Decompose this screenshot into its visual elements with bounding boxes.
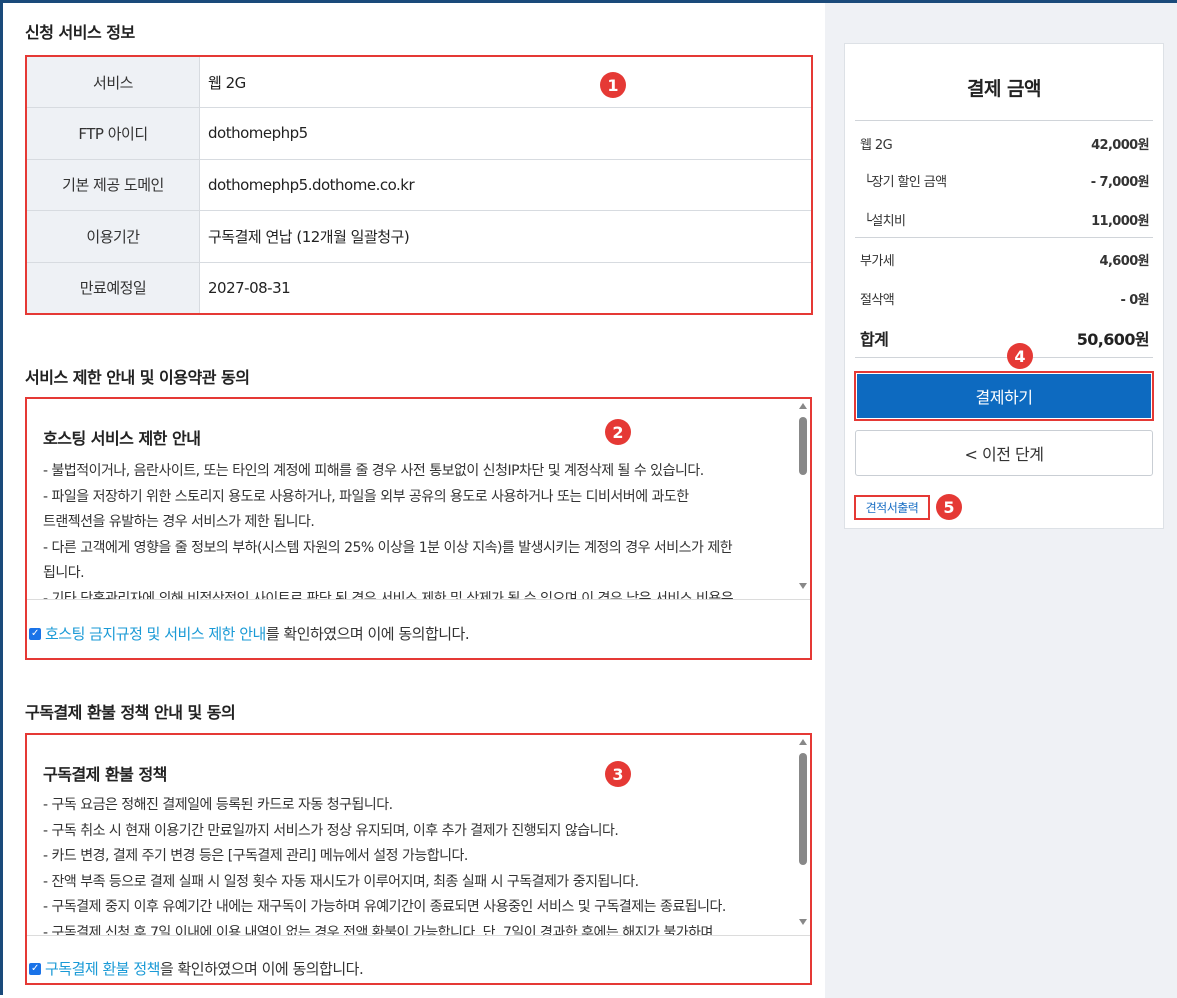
payment-total-label: 합계 xyxy=(860,330,889,349)
main-content: 신청 서비스 정보 서비스 웹 2G FTP 아이디 dothomephp5 기… xyxy=(3,3,825,998)
annotation-badge-4: 4 xyxy=(1007,343,1033,369)
row-label: 이용기간 xyxy=(27,210,200,263)
service-info-table: 서비스 웹 2G FTP 아이디 dothomephp5 기본 제공 도메인 d… xyxy=(25,55,813,315)
pay-button[interactable]: 결제하기 xyxy=(857,374,1151,418)
row-label: 만료예정일 xyxy=(27,262,200,313)
terms-section-title: 서비스 제한 안내 및 이용약관 동의 xyxy=(25,368,250,387)
row-value: 웹 2G xyxy=(199,57,811,109)
divider xyxy=(855,120,1153,121)
refund-agree-checkbox[interactable]: ✓ xyxy=(29,962,41,975)
payment-row: 웹 2G 42,000원 xyxy=(860,134,1150,153)
scroll-thumb[interactable] xyxy=(799,753,807,865)
payment-row-label: 절삭액 xyxy=(860,293,895,308)
payment-row-value: - 7,000원 xyxy=(1090,175,1150,190)
divider xyxy=(855,237,1153,238)
terms-line: - 카드 변경, 결제 주기 변경 등은 [구독결제 관리] 메뉴에서 설정 가… xyxy=(43,848,468,865)
terms-line: - 구독 취소 시 현재 이용기간 만료일까지 서비스가 정상 유지되며, 이후… xyxy=(43,822,619,839)
refund-terms-scroll-area[interactable]: 구독결제 환불 정책 - 구독 요금은 정해진 결제일에 등록된 카드로 자동 … xyxy=(27,735,810,935)
terms-line: 됩니다. xyxy=(43,565,85,582)
divider xyxy=(855,357,1153,358)
payment-row-label: └장기 할인 금액 xyxy=(864,175,947,190)
row-value: 2027-08-31 xyxy=(208,278,291,297)
table-row: 기본 제공 도메인 dothomephp5.dothome.co.kr xyxy=(27,159,811,212)
hosting-terms-box: 호스팅 서비스 제한 안내 - 불법적이거나, 음란사이트, 또는 타인의 계정… xyxy=(25,397,812,660)
row-value: dothomephp5 xyxy=(199,107,811,160)
scroll-down-icon[interactable] xyxy=(799,583,807,589)
annotation-badge-5: 5 xyxy=(936,494,962,520)
payment-row: 절삭액 - 0원 xyxy=(860,289,1150,308)
terms-line: - 구독결제 중지 이후 유예기간 내에는 재구독이 가능하며 유예기간이 종료… xyxy=(43,899,726,916)
payment-row: └장기 할인 금액 - 7,000원 xyxy=(860,171,1150,190)
scroll-up-icon[interactable] xyxy=(799,739,807,745)
payment-row-value: 42,000원 xyxy=(1091,138,1150,153)
refund-agree-row[interactable]: ✓ 구독결제 환불 정책 을 확인하였으며 이에 동의합니다. xyxy=(29,958,364,979)
payment-row: 부가세 4,600원 xyxy=(860,250,1150,269)
refund-terms-text: - 구독 요금은 정해진 결제일에 등록된 카드로 자동 청구됩니다. - 구독… xyxy=(43,793,783,935)
table-row: 이용기간 구독결제 연납 (12개월 일괄청구) xyxy=(27,210,811,263)
annotation-badge-1: 1 xyxy=(600,72,626,98)
hosting-terms-scrollbar[interactable] xyxy=(798,403,808,589)
hosting-agree-row[interactable]: ✓ 호스팅 금지규정 및 서비스 제한 안내 를 확인하였으며 이에 동의합니다… xyxy=(29,623,470,644)
terms-line: - 구독결제 신청 후 7일 이내에 이용 내역이 없는 경우 전액 환불이 가… xyxy=(43,924,713,935)
row-value: 구독결제 연납 (12개월 일괄청구) xyxy=(199,210,811,263)
hosting-terms-text: - 불법적이거나, 음란사이트, 또는 타인의 계정에 피해를 줄 경우 사전 … xyxy=(43,459,783,599)
terms-line: - 다른 고객에게 영향을 줄 정보의 부하(시스템 자원의 25% 이상을 1… xyxy=(43,539,733,556)
payment-total-value: 50,600원 xyxy=(1076,330,1150,349)
divider xyxy=(27,935,810,936)
row-label: 서비스 xyxy=(27,57,200,109)
refund-section-title: 구독결제 환불 정책 안내 및 동의 xyxy=(25,703,236,722)
table-row: FTP 아이디 dothomephp5 xyxy=(27,107,811,160)
annotation-badge-2: 2 xyxy=(605,419,631,445)
scroll-up-icon[interactable] xyxy=(799,403,807,409)
payment-row-value: 4,600원 xyxy=(1099,254,1150,269)
scroll-thumb[interactable] xyxy=(799,417,807,475)
payment-summary-card: 결제 금액 웹 2G 42,000원 └장기 할인 금액 - 7,000원 └설… xyxy=(844,43,1164,529)
payment-row-label: 부가세 xyxy=(860,254,895,269)
payment-row-label: └설치비 xyxy=(864,214,906,229)
service-info-title: 신청 서비스 정보 xyxy=(25,23,135,42)
annotation-badge-3: 3 xyxy=(605,761,631,787)
refund-terms-scrollbar[interactable] xyxy=(798,739,808,925)
row-label: 기본 제공 도메인 xyxy=(27,159,200,212)
estimate-print-button[interactable]: 견적서출력 xyxy=(854,495,930,520)
hosting-agree-checkbox[interactable]: ✓ xyxy=(29,627,41,640)
terms-line: - 불법적이거나, 음란사이트, 또는 타인의 계정에 피해를 줄 경우 사전 … xyxy=(43,463,704,479)
table-row: 만료예정일 2027-08-31 xyxy=(27,262,811,313)
row-value: dothomephp5.dothome.co.kr xyxy=(199,159,811,212)
hosting-terms-link[interactable]: 호스팅 금지규정 및 서비스 제한 안내 xyxy=(45,623,266,644)
refund-terms-heading: 구독결제 환불 정책 xyxy=(43,765,167,784)
payment-row-label: 웹 2G xyxy=(860,138,893,153)
scroll-down-icon[interactable] xyxy=(799,919,807,925)
payment-total-row: 합계 50,600원 xyxy=(860,326,1150,350)
terms-line: 트랜젝션을 유발하는 경우 서비스가 제한 됩니다. xyxy=(43,514,315,531)
payment-row-value: 11,000원 xyxy=(1091,214,1150,229)
terms-line: - 잔액 부족 등으로 결제 실패 시 일정 횟수 자동 재시도가 이루어지며,… xyxy=(43,873,639,890)
payment-row: └설치비 11,000원 xyxy=(860,210,1150,229)
table-row: 서비스 웹 2G xyxy=(27,57,811,109)
agree-text: 을 확인하였으며 이에 동의합니다. xyxy=(159,960,364,978)
refund-policy-link[interactable]: 구독결제 환불 정책 xyxy=(45,958,160,979)
terms-line: - 구독 요금은 정해진 결제일에 등록된 카드로 자동 청구됩니다. xyxy=(43,797,393,813)
divider xyxy=(27,599,810,600)
refund-terms-box: 구독결제 환불 정책 - 구독 요금은 정해진 결제일에 등록된 카드로 자동 … xyxy=(25,733,812,985)
hosting-terms-scroll-area[interactable]: 호스팅 서비스 제한 안내 - 불법적이거나, 음란사이트, 또는 타인의 계정… xyxy=(27,399,810,599)
agree-text: 를 확인하였으며 이에 동의합니다. xyxy=(265,625,470,643)
previous-step-button[interactable]: < 이전 단계 xyxy=(855,430,1153,476)
payment-row-value: - 0원 xyxy=(1120,293,1149,308)
row-label: FTP 아이디 xyxy=(27,107,200,160)
hosting-terms-heading: 호스팅 서비스 제한 안내 xyxy=(43,429,201,448)
payment-title: 결제 금액 xyxy=(966,78,1042,100)
terms-line: - 파일을 저장하기 위한 스토리지 용도로 사용하거나, 파일을 외부 공유의… xyxy=(43,488,689,505)
terms-line: - 기타 닷홈관리자에 의해 비정상적인 사이트로 판단 된 경우 서비스 제한… xyxy=(43,590,734,599)
